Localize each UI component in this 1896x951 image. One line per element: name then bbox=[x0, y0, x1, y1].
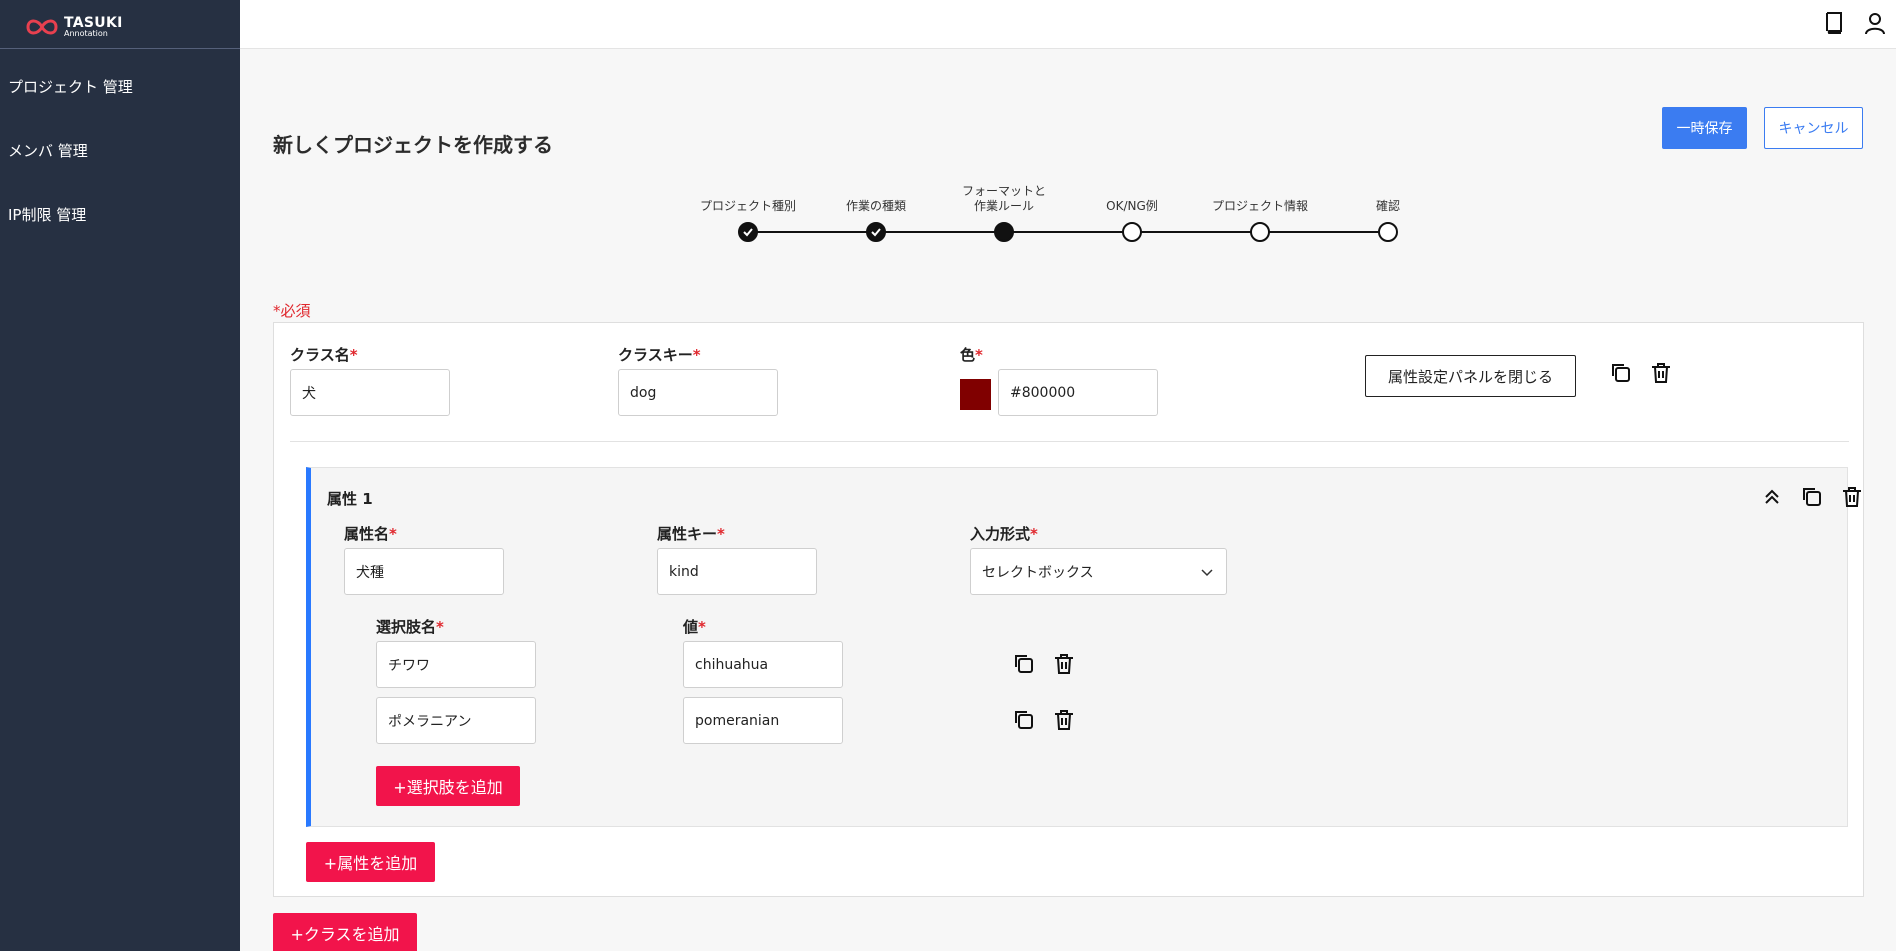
step-label-6: 確認 bbox=[1375, 199, 1400, 213]
option-name-input-2[interactable]: ポメラニアン bbox=[376, 697, 536, 744]
step-label-3-line1: フォーマットと bbox=[961, 184, 1046, 198]
option-copy-icon[interactable] bbox=[1011, 651, 1037, 677]
option-trash-icon[interactable] bbox=[1051, 707, 1077, 733]
logo-title: TASUKI bbox=[64, 15, 123, 31]
add-attribute-button[interactable]: +属性を追加 bbox=[306, 842, 435, 882]
save-draft-button[interactable]: 一時保存 bbox=[1662, 107, 1747, 149]
card-divider bbox=[290, 441, 1849, 442]
attribute-name-input[interactable]: 犬種 bbox=[344, 548, 504, 595]
step-6[interactable] bbox=[1378, 222, 1398, 242]
required-note: *必須 bbox=[273, 302, 311, 320]
option-value-input-2[interactable]: pomeranian bbox=[683, 697, 843, 744]
class-card: クラス名* 犬 クラスキー* dog 色* #800000 属性設定パネルを閉じ… bbox=[273, 322, 1864, 897]
add-option-button[interactable]: +選択肢を追加 bbox=[376, 766, 520, 806]
chevron-down-icon bbox=[1201, 569, 1213, 577]
sidebar-item-ip-restriction[interactable]: IP制限 管理 bbox=[8, 204, 86, 225]
class-name-label: クラス名* bbox=[290, 346, 358, 364]
step-2-check-icon[interactable] bbox=[866, 222, 886, 242]
option-copy-icon[interactable] bbox=[1011, 707, 1037, 733]
attribute-key-label: 属性キー* bbox=[657, 525, 725, 543]
option-trash-icon[interactable] bbox=[1051, 651, 1077, 677]
close-attribute-panel-button[interactable]: 属性設定パネルを閉じる bbox=[1365, 355, 1576, 397]
trash-icon[interactable] bbox=[1648, 360, 1674, 386]
option-name-input-1[interactable]: チワワ bbox=[376, 641, 536, 688]
step-1-check-icon[interactable] bbox=[738, 222, 758, 242]
copy-icon[interactable] bbox=[1608, 360, 1634, 386]
attribute-copy-icon[interactable] bbox=[1799, 484, 1825, 510]
user-icon[interactable] bbox=[1862, 10, 1888, 36]
book-icon[interactable] bbox=[1821, 10, 1847, 36]
class-key-input[interactable]: dog bbox=[618, 369, 778, 416]
logo-subtitle: Annotation bbox=[64, 29, 108, 38]
attribute-key-input[interactable]: kind bbox=[657, 548, 817, 595]
color-label: 色* bbox=[960, 346, 983, 364]
attribute-trash-icon[interactable] bbox=[1839, 484, 1865, 510]
cancel-button[interactable]: キャンセル bbox=[1764, 107, 1863, 149]
logo-icon bbox=[26, 19, 58, 35]
attribute-panel: 属性 1 属性名* 犬種 属性キー* kind 入力形式* セレクトボックス 選… bbox=[306, 467, 1861, 827]
option-name-label: 選択肢名* bbox=[376, 618, 444, 636]
input-type-select[interactable]: セレクトボックス bbox=[970, 548, 1227, 595]
option-value-input-1[interactable]: chihuahua bbox=[683, 641, 843, 688]
color-input[interactable]: #800000 bbox=[998, 369, 1158, 416]
step-3-current[interactable] bbox=[994, 222, 1014, 242]
attribute-name-label: 属性名* bbox=[344, 525, 397, 543]
input-type-label: 入力形式* bbox=[970, 525, 1038, 543]
attribute-title: 属性 1 bbox=[327, 490, 373, 508]
app-logo[interactable]: TASUKI Annotation bbox=[22, 8, 202, 46]
sidebar-divider bbox=[0, 48, 240, 49]
sidebar-item-members[interactable]: メンバ 管理 bbox=[8, 140, 88, 161]
color-swatch[interactable] bbox=[960, 379, 991, 410]
page-title: 新しくプロジェクトを作成する bbox=[273, 133, 553, 157]
add-class-button[interactable]: +クラスを追加 bbox=[273, 913, 417, 951]
step-4[interactable] bbox=[1122, 222, 1142, 242]
collapse-chevron-icon[interactable] bbox=[1759, 484, 1785, 510]
sidebar: TASUKI Annotation プロジェクト 管理 メンバ 管理 IP制限 … bbox=[0, 0, 240, 951]
stepper-line bbox=[748, 231, 1388, 233]
step-5[interactable] bbox=[1250, 222, 1270, 242]
top-bar bbox=[240, 0, 1896, 49]
class-name-input[interactable]: 犬 bbox=[290, 369, 450, 416]
option-value-label: 値* bbox=[683, 618, 706, 636]
input-type-value: セレクトボックス bbox=[982, 564, 1094, 581]
class-key-label: クラスキー* bbox=[618, 346, 701, 364]
sidebar-item-projects[interactable]: プロジェクト 管理 bbox=[8, 76, 133, 97]
